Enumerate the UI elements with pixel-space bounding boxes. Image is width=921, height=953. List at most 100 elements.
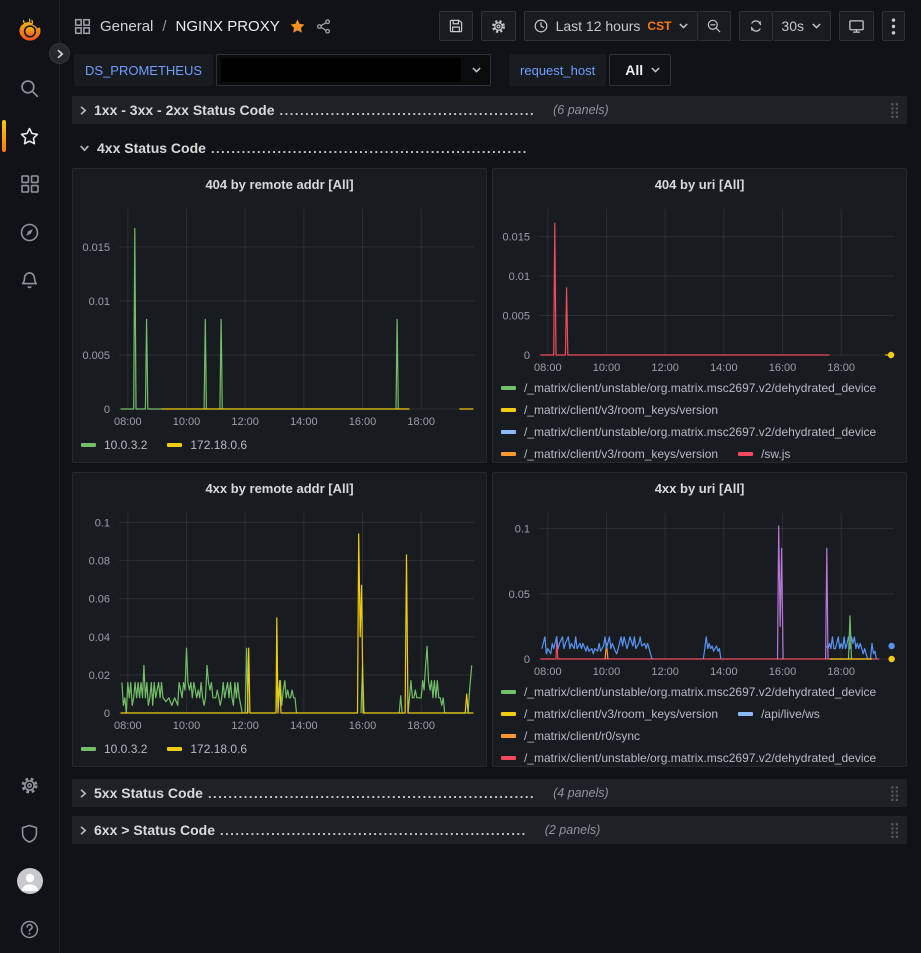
legend-swatch <box>738 452 753 456</box>
save-dashboard-button[interactable] <box>439 11 473 41</box>
legend-item[interactable]: 172.18.0.6 <box>167 438 247 452</box>
sidebar-item-server-admin[interactable] <box>0 809 60 857</box>
legend-item[interactable]: /_matrix/client/unstable/org.matrix.msc2… <box>501 425 876 439</box>
kebab-icon <box>891 18 896 35</box>
row-5xx[interactable]: 5xx Status Code ........................… <box>72 779 907 807</box>
kebab-menu-button[interactable] <box>882 11 905 41</box>
legend-item[interactable]: /_matrix/client/unstable/org.matrix.msc2… <box>501 685 876 699</box>
legend-item[interactable]: /sw.js <box>738 447 790 461</box>
time-range-picker[interactable]: Last 12 hours CST <box>524 11 699 41</box>
legend-item[interactable]: 172.18.0.6 <box>167 742 247 756</box>
expand-sidebar-button[interactable] <box>49 43 70 64</box>
variable-label[interactable]: request_host <box>509 54 606 86</box>
chart-svg: 08:0010:0012:0014:0016:0018:0000.050.1 <box>493 503 906 681</box>
grafana-logo[interactable] <box>0 8 60 52</box>
time-series-chart[interactable]: 08:0010:0012:0014:0016:0018:0000.0050.01… <box>73 199 486 431</box>
legend-swatch <box>738 712 753 716</box>
refresh-button[interactable] <box>739 11 773 41</box>
svg-text:10:00: 10:00 <box>593 666 621 678</box>
legend-swatch <box>501 690 516 694</box>
breadcrumb-separator: / <box>162 18 166 35</box>
dashboard-scroll-area: 1xx - 3xx - 2xx Status Code ............… <box>60 88 921 953</box>
svg-text:0.005: 0.005 <box>502 311 530 323</box>
legend-item[interactable]: /_matrix/client/unstable/org.matrix.msc2… <box>501 381 876 395</box>
svg-text:0: 0 <box>104 404 110 416</box>
legend-row: /_matrix/client/unstable/org.matrix.msc2… <box>501 421 906 443</box>
svg-text:0.015: 0.015 <box>82 242 110 254</box>
panel-title[interactable]: 404 by remote addr [All] <box>73 169 486 199</box>
dashboard-title[interactable]: NGINX PROXY <box>176 18 280 35</box>
row-1xx-3xx-2xx[interactable]: 1xx - 3xx - 2xx Status Code ............… <box>72 96 907 124</box>
legend-item[interactable]: /api/live/ws <box>738 707 820 721</box>
angle-right-icon <box>79 105 87 116</box>
panel-legend: 10.0.3.2 172.18.0.6 <box>73 735 486 766</box>
time-series-chart[interactable]: 08:0010:0012:0014:0016:0018:0000.020.040… <box>73 503 486 735</box>
time-series-chart[interactable]: 08:0010:0012:0014:0016:0018:0000.0050.01… <box>493 199 906 377</box>
svg-text:10:00: 10:00 <box>593 362 621 374</box>
legend-item[interactable]: /_matrix/client/v3/room_keys/version <box>501 707 718 721</box>
variable-label[interactable]: DS_PROMETHEUS <box>74 54 213 86</box>
apps-icon <box>74 18 91 35</box>
variable-value-redacted <box>221 58 461 82</box>
svg-text:12:00: 12:00 <box>231 720 259 732</box>
sidebar-item-starred[interactable] <box>0 112 60 160</box>
sidebar-item-alerting[interactable] <box>0 256 60 304</box>
refresh-interval-picker[interactable]: 30s <box>773 11 831 41</box>
angle-down-icon <box>79 144 90 152</box>
legend-label: /_matrix/client/v3/room_keys/version <box>524 403 718 417</box>
zoom-out-time-button[interactable] <box>698 11 731 41</box>
variable-ds-prometheus: DS_PROMETHEUS <box>74 54 491 86</box>
row-drag-handle[interactable]: ⣿ <box>889 823 900 838</box>
toolbar-actions: Last 12 hours CST <box>439 11 905 41</box>
svg-text:12:00: 12:00 <box>231 416 259 428</box>
svg-text:0.015: 0.015 <box>502 232 530 244</box>
variable-value-dropdown[interactable] <box>216 54 491 86</box>
legend-item[interactable]: 10.0.3.2 <box>81 742 147 756</box>
breadcrumb: General / NGINX PROXY <box>74 18 332 35</box>
favorite-star-button[interactable] <box>289 18 306 35</box>
row-title: 1xx - 3xx - 2xx Status Code <box>94 102 275 118</box>
row-6xx[interactable]: 6xx > Status Code ......................… <box>72 816 907 844</box>
time-series-chart[interactable]: 08:0010:0012:0014:0016:0018:0000.050.1 <box>493 503 906 681</box>
legend-row: /_matrix/client/r0/sync <box>501 725 906 747</box>
gear-icon <box>19 775 40 796</box>
dashboard-settings-button[interactable] <box>481 11 516 41</box>
row-panel-count: (6 panels) <box>553 103 609 117</box>
svg-text:12:00: 12:00 <box>651 666 679 678</box>
svg-text:08:00: 08:00 <box>534 666 562 678</box>
grafana-logo-icon <box>16 16 44 44</box>
row-drag-handle[interactable]: ⣿ <box>889 103 900 118</box>
sidebar-item-explore[interactable] <box>0 208 60 256</box>
legend-swatch <box>501 430 516 434</box>
legend-item[interactable]: /_matrix/client/unstable/org.matrix.msc2… <box>501 751 876 765</box>
legend-item[interactable]: 10.0.3.2 <box>81 438 147 452</box>
legend-row: /_matrix/client/unstable/org.matrix.msc2… <box>501 747 906 766</box>
gear-icon <box>490 18 507 35</box>
sidebar-item-search[interactable] <box>0 64 60 112</box>
angle-right-icon <box>79 788 87 799</box>
sidebar-item-profile[interactable] <box>0 857 60 905</box>
legend-item[interactable]: /_matrix/client/v3/room_keys/version <box>501 403 718 417</box>
row-drag-handle[interactable]: ⣿ <box>889 786 900 801</box>
bell-icon <box>19 270 40 291</box>
panel-title[interactable]: 404 by uri [All] <box>493 169 906 199</box>
panel-title[interactable]: 4xx by remote addr [All] <box>73 473 486 503</box>
panel-legend: /_matrix/client/unstable/org.matrix.msc2… <box>493 377 906 462</box>
sidebar-item-help[interactable] <box>0 905 60 953</box>
legend-row: /_matrix/client/v3/room_keys/version <box>501 399 906 421</box>
panel-title[interactable]: 4xx by uri [All] <box>493 473 906 503</box>
variable-value-dropdown[interactable]: All <box>609 54 671 86</box>
share-button[interactable] <box>315 18 332 35</box>
row-leader-dots: ........................................… <box>211 141 528 156</box>
svg-text:18:00: 18:00 <box>407 720 435 732</box>
sidebar-item-dashboards[interactable] <box>0 160 60 208</box>
cycle-view-mode-button[interactable] <box>839 11 874 41</box>
row-4xx[interactable]: 4xx Status Code ........................… <box>72 134 907 162</box>
sidebar-item-configuration[interactable] <box>0 761 60 809</box>
panel-4xx-by-uri: 4xx by uri [All] 08:0010:0012:0014:0016:… <box>492 472 907 767</box>
svg-text:0.05: 0.05 <box>509 589 530 601</box>
legend-item[interactable]: /_matrix/client/v3/room_keys/version <box>501 447 718 461</box>
chevron-down-icon <box>678 22 689 30</box>
legend-item[interactable]: /_matrix/client/r0/sync <box>501 729 640 743</box>
breadcrumb-folder[interactable]: General <box>100 18 153 35</box>
